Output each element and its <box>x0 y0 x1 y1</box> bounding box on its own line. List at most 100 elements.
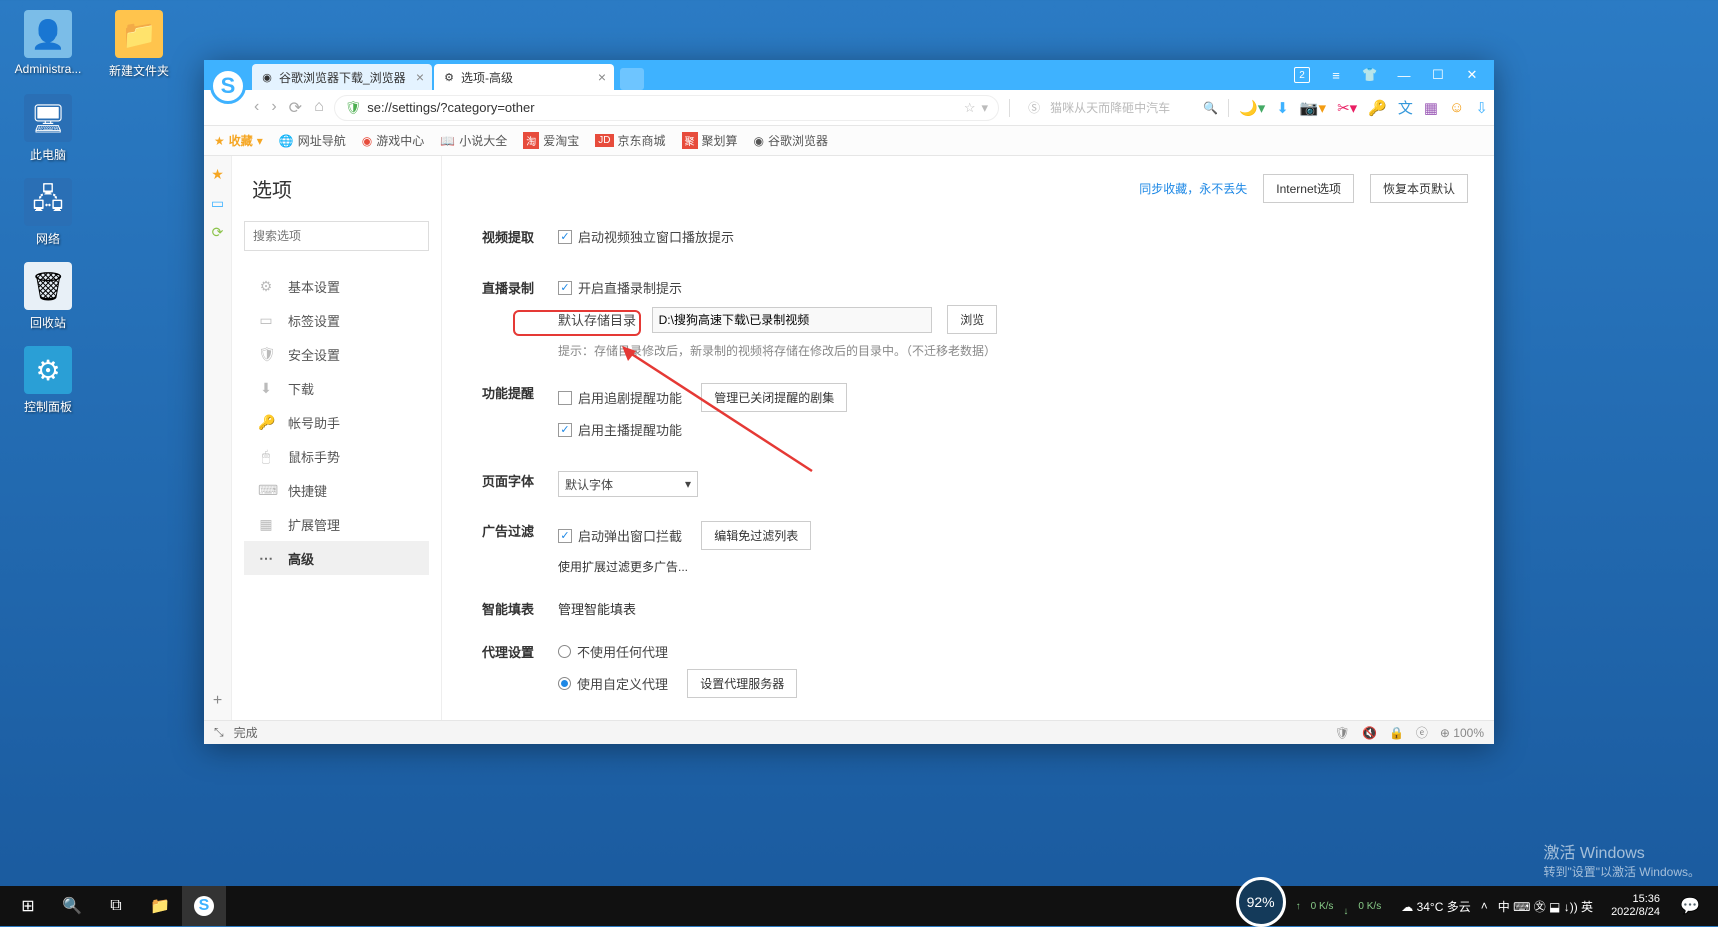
bookmark-taobao[interactable]: 淘 爱淘宝 <box>523 132 579 149</box>
face-icon[interactable]: ☺ <box>1449 99 1464 116</box>
sidebar-item-mouse[interactable]: 🖱鼠标手势 <box>244 439 429 473</box>
moon-icon[interactable]: 🌙▾ <box>1239 99 1265 117</box>
gear-icon: ⚙ <box>258 278 274 295</box>
back-button[interactable]: ‹ <box>254 98 259 118</box>
shirt-icon[interactable]: 👕 <box>1362 67 1378 83</box>
desktop-icon-recycle[interactable]: 🗑回收站 <box>10 262 86 331</box>
download-arrow-icon[interactable]: ⇩ <box>1475 99 1488 117</box>
count-badge[interactable]: 2 <box>1294 67 1310 83</box>
sidebar-item-security[interactable]: 🛡安全设置 <box>244 337 429 371</box>
sogou-logo[interactable]: S <box>210 68 246 104</box>
notification-button[interactable]: 💬 <box>1668 886 1712 926</box>
chevron-down-icon[interactable]: ▾ <box>982 100 989 116</box>
desktop-icon-controlpanel[interactable]: ⚙控制面板 <box>10 346 86 415</box>
desktop-icon-admin[interactable]: 👤Administra... <box>10 10 86 79</box>
status-mute-icon[interactable]: 🔇 <box>1362 726 1377 740</box>
title-bar: S ◉谷歌浏览器下载_浏览器× ⚙选项-高级× 2 ≡ 👕 — ☐ ✕ <box>204 60 1494 90</box>
sidebar-item-account[interactable]: 🔑帐号助手 <box>244 405 429 439</box>
bookmark-games[interactable]: ◉ 游戏中心 <box>362 132 425 149</box>
sogou-taskbar-button[interactable]: S <box>182 886 226 926</box>
sidebar-search[interactable] <box>244 221 429 251</box>
section-proxy: 代理设置 不使用任何代理 使用自定义代理 设置代理服务器 <box>482 642 1468 706</box>
sidebar-item-tabs[interactable]: ▭标签设置 <box>244 303 429 337</box>
sidebar-item-download[interactable]: ⬇下载 <box>244 371 429 405</box>
desktop-icon-network[interactable]: 🖧网络 <box>10 178 86 247</box>
shield-icon: 🛡 <box>345 100 362 116</box>
radio-no-proxy[interactable] <box>558 645 571 658</box>
manage-series-button[interactable]: 管理已关闭提醒的剧集 <box>701 383 847 412</box>
close-icon[interactable]: × <box>598 69 606 85</box>
radio-custom-proxy[interactable] <box>558 677 571 690</box>
weather-widget[interactable]: ☁ 34°C 多云 <box>1401 898 1471 915</box>
status-lock-icon[interactable]: 🔒 <box>1389 726 1404 740</box>
tab-2[interactable]: ⚙选项-高级× <box>434 64 614 90</box>
search-icon[interactable]: 🔍 <box>1203 101 1218 115</box>
checkbox-anchor-reminder[interactable] <box>558 423 572 437</box>
sync-link[interactable]: 同步收藏，永不丢失 <box>1139 180 1247 197</box>
status-shield-icon[interactable]: 🛡 <box>1335 726 1350 740</box>
sidebar-item-shortcut[interactable]: ⌨快捷键 <box>244 473 429 507</box>
minimize-button[interactable]: — <box>1396 67 1412 83</box>
start-button[interactable]: ⊞ <box>6 886 50 926</box>
reload-button[interactable]: ⟳ <box>289 98 302 118</box>
explorer-button[interactable]: 📁 <box>138 886 182 926</box>
grid-icon[interactable]: ▦ <box>1424 99 1438 117</box>
monitor-icon[interactable]: ▭ <box>211 195 224 212</box>
url-input[interactable] <box>367 100 958 115</box>
capture-icon[interactable]: 📷▾ <box>1300 99 1326 117</box>
key-icon[interactable]: 🔑 <box>1368 99 1387 117</box>
translate-icon[interactable]: 文 <box>1398 97 1413 118</box>
manage-smartform-link[interactable]: 管理智能填表 <box>558 602 636 617</box>
checkbox-popup-block[interactable] <box>558 529 572 543</box>
tab-1[interactable]: ◉谷歌浏览器下载_浏览器× <box>252 64 432 90</box>
url-field[interactable]: 🛡 ☆ ▾ <box>334 95 999 121</box>
live-dir-input[interactable] <box>652 307 932 333</box>
plus-icon[interactable]: + <box>213 692 222 710</box>
sidebar-item-advanced[interactable]: ⋯高级 <box>244 541 429 575</box>
desktop-icon-newfolder[interactable]: 📁新建文件夹 <box>101 10 177 79</box>
sidebar-search-input[interactable] <box>253 222 420 250</box>
internet-options-button[interactable]: Internet选项 <box>1263 174 1354 203</box>
checkbox-drama-reminder[interactable] <box>558 391 572 405</box>
forward-button[interactable]: › <box>271 98 276 118</box>
home-button[interactable]: ⌂ <box>314 98 324 118</box>
status-zoom[interactable]: ⊕ 100% <box>1440 726 1484 740</box>
scissors-icon[interactable]: ✂▾ <box>1337 99 1357 117</box>
bookmark-ju[interactable]: 聚 聚划算 <box>682 132 738 149</box>
close-button[interactable]: ✕ <box>1464 67 1480 83</box>
font-select[interactable]: 默认字体▾ <box>558 471 698 497</box>
checkbox-live-record[interactable] <box>558 281 572 295</box>
search-engine-icon[interactable]: Ⓢ <box>1028 99 1040 116</box>
desktop-icon-thispc[interactable]: 🖥此电脑 <box>10 94 86 163</box>
bookmark-chrome[interactable]: ◉ 谷歌浏览器 <box>754 132 829 149</box>
search-button[interactable]: 🔍 <box>50 886 94 926</box>
taskbar-clock[interactable]: 15:362022/8/24 <box>1603 893 1668 919</box>
restore-defaults-button[interactable]: 恢复本页默认 <box>1370 174 1468 203</box>
bookmark-jd[interactable]: JD 京东商城 <box>595 132 665 149</box>
download-icon[interactable]: ⬇ <box>1276 99 1289 117</box>
ime-indicator[interactable]: 中 ⌨ ㉆ ⬓ ↓)) 英 <box>1498 898 1593 915</box>
sidebar-item-extensions[interactable]: ▦扩展管理 <box>244 507 429 541</box>
edit-whitelist-button[interactable]: 编辑免过滤列表 <box>701 521 811 550</box>
history-icon[interactable]: ⟳ <box>212 224 224 241</box>
star-icon[interactable]: ☆ <box>964 100 976 116</box>
maximize-button[interactable]: ☐ <box>1430 67 1446 83</box>
star-icon[interactable]: ★ <box>211 166 224 183</box>
taskview-button[interactable]: ⧉ <box>94 886 138 926</box>
search-hint[interactable]: 猫咪从天而降砸中汽车 <box>1050 99 1193 116</box>
checkbox-video-popup[interactable] <box>558 230 572 244</box>
bookmark-novels[interactable]: 📖 小说大全 <box>440 132 507 149</box>
more-ads-filter-link[interactable]: 使用扩展过滤更多广告... <box>558 560 688 574</box>
bookmark-favorites[interactable]: ★ 收藏 ▾ <box>214 132 263 149</box>
battery-indicator[interactable]: 92% <box>1236 877 1286 927</box>
window-controls: 2 ≡ 👕 — ☐ ✕ <box>1280 67 1494 83</box>
status-ie-icon[interactable]: ⓔ <box>1416 724 1428 741</box>
sidebar-item-basic[interactable]: ⚙基本设置 <box>244 269 429 303</box>
browse-button[interactable]: 浏览 <box>947 305 997 334</box>
bookmark-nav[interactable]: 🌐 网址导航 <box>279 132 346 149</box>
new-tab-button[interactable] <box>620 68 644 90</box>
tray-up-icon[interactable]: ˄ <box>1481 899 1488 913</box>
set-proxy-button[interactable]: 设置代理服务器 <box>687 669 797 698</box>
close-icon[interactable]: × <box>416 69 424 85</box>
menu-icon[interactable]: ≡ <box>1328 67 1344 83</box>
